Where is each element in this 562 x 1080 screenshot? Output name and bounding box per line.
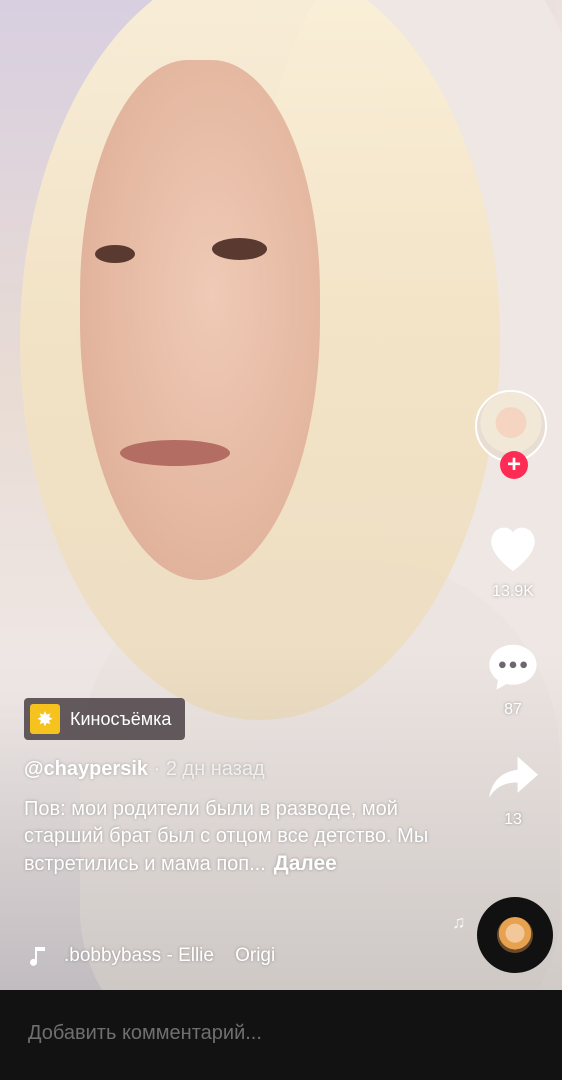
effect-label: Киносъёмка [70,708,172,729]
effect-tag[interactable]: ✸ Киносъёмка [24,698,186,740]
like-button[interactable]: 13.9K [470,520,556,601]
sparkle-icon: ✸ [30,704,60,734]
post-time: 2 дн назад [165,758,265,780]
music-disc[interactable] [477,897,553,973]
comment-bubble-icon [489,644,537,690]
follow-button[interactable]: + [500,451,528,479]
comment-count: 87 [504,701,522,718]
video-caption: Пов: мои родители были в разводе, мой ст… [24,796,444,878]
comment-input[interactable]: Добавить комментарий... [28,1022,262,1045]
share-button[interactable]: 13 [470,752,556,829]
music-notes-icon: ♫ [452,912,466,932]
comment-button[interactable]: 87 [470,640,556,719]
action-rail [462,0,562,990]
music-track-text: .bobbybass - Ellie Origi [64,945,276,966]
plus-icon: + [506,451,521,478]
music-disc-cover [497,917,533,953]
comment-bar: Добавить комментарий... [0,990,562,1080]
heart-icon [491,527,535,572]
like-count: 13.9K [492,583,534,600]
separator-dot: · [153,758,161,780]
author-username[interactable]: @chaypersik [24,758,148,780]
music-line[interactable]: .bobbybass - Ellie Origi [24,944,306,968]
share-arrow-icon [489,756,538,798]
author-line: @chaypersik · 2 дн назад [24,758,265,781]
caption-text: Пов: мои родители были в разводе, мой ст… [24,798,429,875]
video-player[interactable]: + 13.9K 87 13 ♫ ✸ Киносъёмка @chaypersik… [0,0,562,990]
caption-more-button[interactable]: Далее [274,852,337,875]
share-count: 13 [504,811,522,828]
music-note-icon [30,947,45,966]
